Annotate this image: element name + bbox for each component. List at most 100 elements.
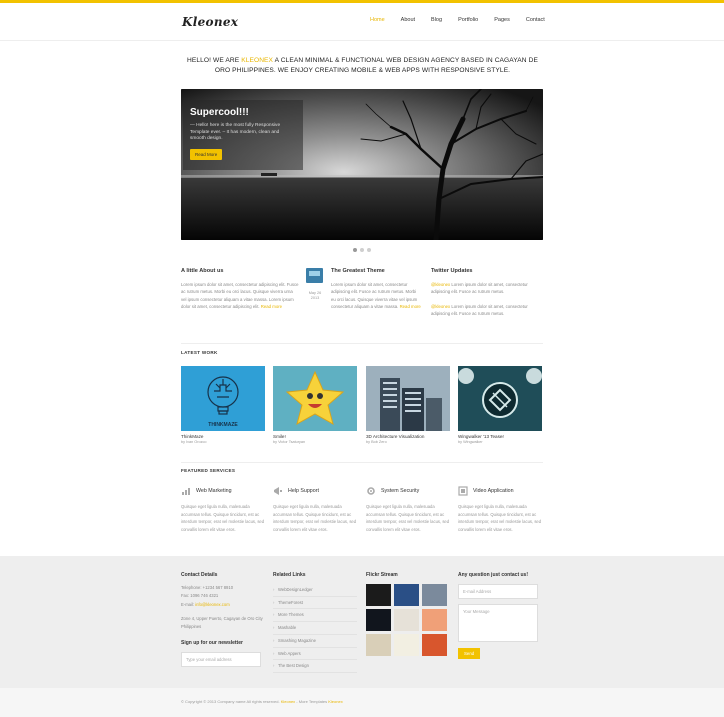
tweet-user[interactable]: @kleonex [431, 282, 450, 287]
flickr-photo[interactable] [422, 584, 447, 606]
emblem-icon [458, 366, 542, 431]
newsletter-title: Sign up for our newsletter [181, 640, 243, 647]
work-item[interactable]: Wingwalker '13 Teaser by Wingwalker [458, 366, 542, 444]
twitter-column: Twitter Updates @kleonex Lorem ipsum dol… [431, 268, 543, 318]
service-item: System Security Quisque eget ligula null… [366, 486, 452, 533]
slider-dot-1[interactable] [353, 248, 357, 252]
building-icon [366, 366, 450, 431]
work-thumb-architecture[interactable] [366, 366, 450, 431]
work-thumb-smile[interactable] [273, 366, 357, 431]
footer-link[interactable]: Web Appers [273, 648, 357, 661]
service-title[interactable]: System Security [381, 488, 419, 494]
form-email-input[interactable]: E-mail Address [458, 584, 538, 599]
film-icon [458, 486, 468, 496]
nav-blog[interactable]: Blog [431, 17, 442, 23]
theme-title[interactable]: The Greatest Theme [331, 268, 421, 274]
footer-link[interactable]: The Best Design [273, 660, 357, 673]
footer-link[interactable]: Smashing Magazine [273, 635, 357, 648]
send-button[interactable]: Send [458, 648, 481, 659]
slider-dot-3[interactable] [367, 248, 371, 252]
flickr-title: Flickr Stream [366, 572, 398, 578]
copyright-main: © Copyright © 2013 Company name All righ… [181, 699, 281, 704]
flickr-photo[interactable] [422, 634, 447, 656]
theme-thumb-icon [306, 268, 323, 283]
footer-link[interactable]: WebDesignLedger [273, 584, 357, 597]
nav-contact[interactable]: Contact [526, 17, 545, 23]
work-author: by Victor Tsaturyan [273, 440, 306, 444]
divider [181, 343, 543, 344]
copyright-middle: - More Templates [295, 699, 329, 704]
copyright-text: © Copyright © 2013 Company name All righ… [181, 699, 343, 704]
work-title[interactable]: Wingwalker '13 Teaser [458, 434, 542, 439]
work-title[interactable]: Smile! [273, 434, 357, 439]
service-item: Web Marketing Quisque eget ligula nulla,… [181, 486, 267, 533]
flickr-photo[interactable] [366, 634, 391, 656]
footer-link[interactable]: ThemeForest [273, 597, 357, 610]
footer-links: Related Links WebDesignLedger ThemeFores… [273, 572, 357, 673]
slider-text: — Hello! here is the most fully Responsi… [190, 123, 281, 141]
service-text: Quisque eget ligula nulla, malesuada acc… [366, 504, 450, 532]
divider [181, 462, 543, 463]
nav-pages[interactable]: Pages [494, 17, 510, 23]
work-thumb-wingwalker[interactable] [458, 366, 542, 431]
work-author: by Wingwalker [458, 440, 483, 444]
footer-contact: Contact Details Telephone: +1234 567 891… [181, 572, 267, 668]
service-title[interactable]: Video Application [473, 488, 514, 494]
work-title[interactable]: 3D Architecture Visualization [366, 434, 450, 439]
copyright-link[interactable]: Kleonex [328, 699, 342, 704]
work-item[interactable]: THINKMAZE ThinkMaze by Ivan Orozco [181, 366, 265, 444]
chart-icon [182, 488, 190, 495]
footer-link[interactable]: Mashable [273, 622, 357, 635]
tweet-1: @kleonex Lorem ipsum dolor sit amet, con… [431, 281, 543, 296]
work-thumb-label: THINKMAZE [208, 422, 238, 428]
flickr-photo[interactable] [394, 584, 419, 606]
flickr-photo[interactable] [394, 634, 419, 656]
twitter-title: Twitter Updates [431, 268, 473, 274]
site-footer [0, 556, 724, 688]
work-title[interactable]: ThinkMaze [181, 434, 265, 439]
form-title: Any question just contact us! [458, 572, 529, 578]
links-title: Related Links [273, 572, 306, 578]
theme-date: May 26 2013 [308, 291, 322, 300]
latest-work-label: LATEST WORK [181, 350, 218, 355]
about-text: Lorem ipsum dolor sit amet, consectetur … [181, 281, 299, 311]
lightbulb-icon: THINKMAZE [207, 376, 239, 428]
tweet-user[interactable]: @kleonex [431, 304, 450, 309]
flickr-photo[interactable] [366, 584, 391, 606]
contact-email-label: E-mail: [181, 601, 196, 607]
form-message-textarea[interactable]: Your Message [458, 604, 538, 642]
flickr-photo[interactable] [366, 609, 391, 631]
intro-before: Hello! We are [187, 57, 242, 64]
nav-about[interactable]: About [401, 17, 415, 23]
main-nav: Home About Blog Portfolio Pages Contact [370, 17, 561, 23]
about-read-more[interactable]: Read more [261, 304, 282, 309]
work-thumb-thinkmaze[interactable]: THINKMAZE [181, 366, 265, 431]
work-item[interactable]: 3D Architecture Visualization by Bob Zer… [366, 366, 450, 444]
flickr-photo[interactable] [394, 609, 419, 631]
flickr-photo[interactable] [422, 609, 447, 631]
logo[interactable]: Kleonex [182, 15, 238, 29]
newsletter-input[interactable]: Type your email address [181, 652, 261, 668]
slider-dot-2[interactable] [360, 248, 364, 252]
theme-read-more[interactable]: Read more [400, 304, 421, 309]
copyright-link[interactable]: Kleonex [281, 699, 295, 704]
theme-column: The Greatest Theme Lorem ipsum dolor sit… [331, 268, 421, 311]
site-header: Kleonex Home About Blog Portfolio Pages … [0, 3, 724, 41]
footer-link[interactable]: More Themes [273, 609, 357, 623]
contact-address: Zone 4, Upper Puerto, Cagayan de Oro Cit… [181, 615, 263, 630]
service-title[interactable]: Web Marketing [196, 488, 232, 494]
service-item: Help Support Quisque eget ligula nulla, … [273, 486, 359, 533]
slider-dots [353, 248, 371, 252]
contact-email-link[interactable]: info@kleonex.com [195, 602, 230, 607]
nav-portfolio[interactable]: Portfolio [458, 17, 478, 23]
links-list: WebDesignLedger ThemeForest More Themes … [273, 584, 357, 673]
featured-services-label: FEATURED SERVICES [181, 468, 236, 473]
work-author: by Ivan Orozco [181, 440, 207, 444]
tweet-2: @kleonex Lorem ipsum dolor sit amet, con… [431, 303, 543, 318]
service-item: Video Application Quisque eget ligula nu… [458, 486, 544, 533]
work-item[interactable]: Smile! by Victor Tsaturyan [273, 366, 357, 444]
read-more-button[interactable]: Read More [190, 148, 223, 160]
nav-home[interactable]: Home [370, 17, 385, 23]
service-title[interactable]: Help Support [288, 488, 319, 494]
slider-caption: Supercool!!! — Hello! here is the most f… [183, 100, 303, 170]
